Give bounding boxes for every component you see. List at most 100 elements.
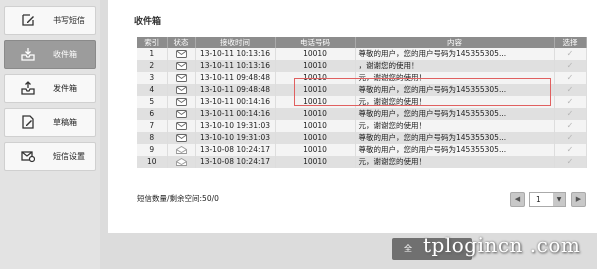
row-content[interactable]: 元，谢谢您的使用！ — [355, 120, 555, 132]
row-phone: 10010 — [275, 144, 356, 156]
table-row[interactable]: 3 13-10-11 09:48:48 10010 元，谢谢您的使用！ ✓ — [137, 72, 587, 84]
row-content[interactable]: 尊敬的用户，您的用户号码为145355305... — [355, 144, 555, 156]
row-status — [167, 48, 196, 60]
row-content[interactable]: 元，谢谢您的使用！ — [355, 72, 555, 84]
table-header-row: 索引 状态 接收时间 电话号码 内容 选择 — [137, 37, 587, 48]
sidebar-item-label: 发件箱 — [53, 84, 77, 93]
watermark: tplogincn .com — [423, 233, 581, 257]
column-header-index: 索引 — [137, 37, 168, 48]
row-status — [167, 156, 196, 168]
row-phone: 10010 — [275, 108, 356, 120]
row-select[interactable]: ✓ — [554, 156, 587, 168]
row-status — [167, 144, 196, 156]
row-select[interactable]: ✓ — [554, 72, 587, 84]
table-row[interactable]: 4 13-10-11 09:48:48 10010 尊敬的用户，您的用户号码为1453… — [137, 84, 587, 96]
row-select[interactable]: ✓ — [554, 132, 587, 144]
row-phone: 10010 — [275, 48, 356, 60]
sidebar-item-drafts[interactable]: 草稿箱 — [4, 108, 96, 137]
sidebar: 书写短信 收件箱 发件箱 草稿箱 短信设置 — [0, 0, 100, 269]
row-content[interactable]: 尊敬的用户，您的用户号码为145355305... — [355, 48, 555, 60]
envelope-icon — [175, 134, 187, 142]
row-index: 4 — [137, 84, 168, 96]
outbox-icon — [21, 81, 35, 95]
table-row[interactable]: 10 13-10-08 10:24:17 10010 元，谢谢您的使用！ ✓ — [137, 156, 587, 168]
column-header-content: 内容 — [355, 37, 555, 48]
checkmark-icon: ✓ — [566, 157, 574, 166]
row-time: 13-10-10 19:31:03 — [195, 132, 276, 144]
row-index: 10 — [137, 156, 168, 168]
compose-icon — [21, 13, 35, 27]
checkmark-icon: ✓ — [566, 121, 574, 130]
row-index: 7 — [137, 120, 168, 132]
row-time: 13-10-11 09:48:48 — [195, 84, 276, 96]
checkmark-icon: ✓ — [566, 49, 574, 58]
table-row[interactable]: 7 13-10-10 19:31:03 10010 元，谢谢您的使用！ ✓ — [137, 120, 587, 132]
checkmark-icon: ✓ — [566, 145, 574, 154]
row-content[interactable]: 元，谢谢您的使用！ — [355, 96, 555, 108]
page-title: 收件箱 — [134, 17, 162, 27]
next-page-button[interactable]: ▶ — [571, 192, 586, 207]
row-select[interactable]: ✓ — [554, 108, 587, 120]
row-index: 1 — [137, 48, 168, 60]
row-select[interactable]: ✓ — [554, 96, 587, 108]
sidebar-item-label: 书写短信 — [53, 16, 85, 25]
row-select[interactable]: ✓ — [554, 144, 587, 156]
envelope-icon — [175, 110, 187, 118]
row-status — [167, 108, 196, 120]
row-phone: 10010 — [275, 60, 356, 72]
sidebar-item-compose[interactable]: 书写短信 — [4, 6, 96, 35]
envelope-icon — [175, 98, 187, 106]
sidebar-item-settings[interactable]: 短信设置 — [4, 142, 96, 171]
row-time: 13-10-11 10:13:16 — [195, 48, 276, 60]
drafts-icon — [21, 115, 35, 129]
column-header-time: 接收时间 — [195, 37, 276, 48]
column-header-phone: 电话号码 — [275, 37, 356, 48]
page-select[interactable]: 1 ▼ — [529, 192, 566, 207]
table-row[interactable]: 2 13-10-11 10:13:16 10010 ，谢谢您的使用！ ✓ — [137, 60, 587, 72]
row-select[interactable]: ✓ — [554, 48, 587, 60]
envelope-icon — [175, 74, 187, 82]
table-row[interactable]: 9 13-10-08 10:24:17 10010 尊敬的用户，您的用户号码为1453… — [137, 144, 587, 156]
row-index: 6 — [137, 108, 168, 120]
chevron-down-icon: ▼ — [553, 193, 565, 206]
row-select[interactable]: ✓ — [554, 84, 587, 96]
row-select[interactable]: ✓ — [554, 60, 587, 72]
table-row[interactable]: 8 13-10-10 19:31:03 10010 尊敬的用户，您的用户号码为1453… — [137, 132, 587, 144]
row-status — [167, 72, 196, 84]
checkmark-icon: ✓ — [566, 97, 574, 106]
sidebar-item-inbox[interactable]: 收件箱 — [4, 40, 96, 69]
row-index: 9 — [137, 144, 168, 156]
inbox-icon — [21, 47, 35, 61]
row-time: 13-10-11 09:48:48 — [195, 72, 276, 84]
envelope-icon — [175, 62, 187, 70]
row-phone: 10010 — [275, 72, 356, 84]
row-time: 13-10-11 00:14:16 — [195, 108, 276, 120]
sidebar-item-label: 草稿箱 — [53, 118, 77, 127]
row-content[interactable]: 尊敬的用户，您的用户号码为145355305... — [355, 84, 555, 96]
row-status — [167, 84, 196, 96]
row-content[interactable]: 尊敬的用户，您的用户号码为145355305... — [355, 132, 555, 144]
envelope-icon — [175, 122, 187, 130]
table-row[interactable]: 5 13-10-11 00:14:16 10010 元，谢谢您的使用！ ✓ — [137, 96, 587, 108]
table-row[interactable]: 1 13-10-11 10:13:16 10010 尊敬的用户，您的用户号码为1453… — [137, 48, 587, 60]
checkmark-icon: ✓ — [566, 61, 574, 70]
envelope-icon — [175, 50, 187, 58]
row-index: 3 — [137, 72, 168, 84]
prev-page-button[interactable]: ◀ — [510, 192, 525, 207]
row-content[interactable]: ，谢谢您的使用！ — [355, 60, 555, 72]
row-time: 13-10-08 10:24:17 — [195, 156, 276, 168]
settings-icon — [21, 149, 35, 163]
row-status — [167, 60, 196, 72]
row-status — [167, 132, 196, 144]
envelope-open-icon — [175, 146, 187, 154]
row-time: 13-10-11 00:14:16 — [195, 96, 276, 108]
row-content[interactable]: 元，谢谢您的使用！ — [355, 156, 555, 168]
row-content[interactable]: 尊敬的用户，您的用户号码为145355305... — [355, 108, 555, 120]
envelope-icon — [175, 86, 187, 94]
row-select[interactable]: ✓ — [554, 120, 587, 132]
table-row[interactable]: 6 13-10-11 00:14:16 10010 尊敬的用户，您的用户号码为1453… — [137, 108, 587, 120]
row-index: 8 — [137, 132, 168, 144]
row-status — [167, 96, 196, 108]
row-phone: 10010 — [275, 120, 356, 132]
sidebar-item-outbox[interactable]: 发件箱 — [4, 74, 96, 103]
